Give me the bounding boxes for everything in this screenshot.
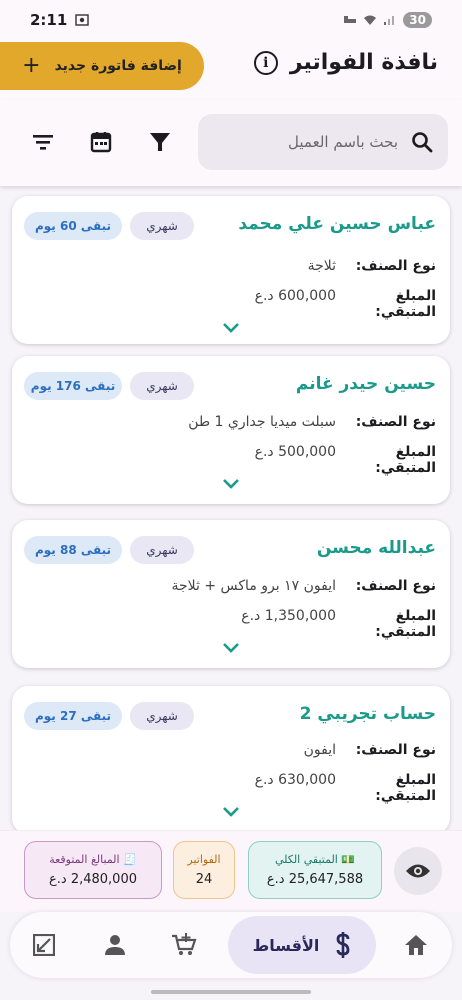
item-type-value: ايفون ١٧ برو ماكس + ثلاجة bbox=[171, 578, 337, 594]
search-toolbar: بحث باسم العميل bbox=[0, 100, 462, 186]
item-type-value: ثلاجة bbox=[307, 258, 336, 274]
item-type-value: سبلت ميديا جداري 1 طن bbox=[188, 414, 336, 430]
signal-icon bbox=[384, 16, 395, 25]
summary-bar: 💵 المتبقي الكلي 25,647,588 د.ع الفواتير … bbox=[0, 830, 462, 912]
customer-name: عبدالله محسن bbox=[316, 538, 436, 558]
item-type-label: نوع الصنف: bbox=[355, 578, 436, 594]
expected-label: 🧾 المبالغ المتوقعة bbox=[49, 853, 137, 866]
screenshot-icon bbox=[75, 14, 90, 26]
chevron-down-icon[interactable] bbox=[222, 806, 240, 818]
filter-icon[interactable] bbox=[146, 128, 174, 156]
item-type-row: نوع الصنف: ثلاجة bbox=[308, 258, 436, 274]
customer-name: عباس حسين علي محمد bbox=[238, 214, 436, 234]
days-left-chip: تبقى 60 يوم bbox=[24, 212, 122, 240]
battery-indicator: 30 bbox=[403, 12, 432, 28]
remaining-amount-value: 500,000 د.ع bbox=[254, 444, 336, 460]
invoice-card[interactable]: عباس حسين علي محمد شهري تبقى 60 يوم نوع … bbox=[12, 196, 450, 344]
sort-icon[interactable] bbox=[29, 128, 57, 156]
item-type-row: نوع الصنف: ايفون bbox=[304, 742, 436, 758]
days-left-chip: تبقى 88 يوم bbox=[24, 536, 122, 564]
remaining-amount-label: المبلغ المتبقي: bbox=[375, 444, 436, 476]
total-remaining-box: 💵 المتبقي الكلي 25,647,588 د.ع bbox=[248, 841, 382, 899]
item-type-label: نوع الصنف: bbox=[355, 258, 436, 274]
person-icon[interactable] bbox=[99, 929, 131, 961]
eye-icon[interactable] bbox=[394, 847, 442, 895]
bottom-nav: الأقساط bbox=[10, 912, 452, 978]
payment-type-chip: شهري bbox=[130, 212, 194, 240]
status-left: 2:11 bbox=[30, 11, 90, 29]
dollar-icon bbox=[336, 932, 350, 958]
invoice-card[interactable]: عبدالله محسن شهري تبقى 88 يوم نوع الصنف:… bbox=[12, 520, 450, 668]
remaining-amount-label: المبلغ المتبقي: bbox=[375, 772, 436, 804]
expected-amounts-box: 🧾 المبالغ المتوقعة 2,480,000 د.ع bbox=[24, 841, 162, 899]
chevron-down-icon[interactable] bbox=[222, 322, 240, 334]
add-invoice-button[interactable]: + إضافة فاتورة جديد bbox=[0, 42, 204, 90]
item-type-row: نوع الصنف: ايفون ١٧ برو ماكس + ثلاجة bbox=[172, 578, 437, 594]
days-left-chip: تبقى 176 يوم bbox=[24, 372, 122, 400]
status-right: 30 bbox=[343, 12, 432, 28]
system-home-indicator[interactable] bbox=[151, 990, 311, 994]
plus-icon: + bbox=[22, 53, 41, 78]
invoice-card[interactable]: حسين حيدر غانم شهري تبقى 176 يوم نوع الص… bbox=[12, 356, 450, 504]
item-type-row: نوع الصنف: سبلت ميديا جداري 1 طن bbox=[188, 414, 436, 430]
add-invoice-label: إضافة فاتورة جديد bbox=[54, 58, 182, 74]
chevron-down-icon[interactable] bbox=[222, 478, 240, 490]
search-input[interactable]: بحث باسم العميل bbox=[198, 114, 448, 170]
info-icon[interactable]: i bbox=[253, 50, 278, 75]
home-icon[interactable] bbox=[400, 929, 432, 961]
status-bar: 2:11 30 bbox=[0, 0, 462, 40]
title-group: نافذة الفواتير i bbox=[253, 50, 438, 75]
invoices-count-box: الفواتير 24 bbox=[173, 841, 235, 899]
total-remaining-label: 💵 المتبقي الكلي bbox=[274, 853, 356, 866]
payment-type-chip: شهري bbox=[130, 372, 194, 400]
remaining-amount-value: 600,000 د.ع bbox=[254, 288, 336, 304]
total-remaining-value: 25,647,588 د.ع bbox=[266, 872, 364, 887]
amount-row: المبلغ المتبقي: 500,000 د.ع bbox=[255, 444, 436, 476]
invoice-list: عباس حسين علي محمد شهري تبقى 60 يوم نوع … bbox=[0, 186, 462, 830]
customer-name: حساب تجريبي 2 bbox=[299, 704, 436, 724]
resize-icon[interactable] bbox=[28, 929, 60, 961]
wifi-icon bbox=[364, 15, 377, 25]
amount-row: المبلغ المتبقي: 630,000 د.ع bbox=[255, 772, 436, 804]
page-title: نافذة الفواتير bbox=[289, 50, 438, 75]
payment-type-chip: شهري bbox=[130, 702, 194, 730]
nav-installments[interactable]: الأقساط bbox=[228, 916, 376, 974]
chevron-down-icon[interactable] bbox=[222, 642, 240, 654]
search-placeholder: بحث باسم العميل bbox=[288, 133, 398, 151]
invoices-value: 24 bbox=[195, 872, 213, 887]
customer-name: حسين حيدر غانم bbox=[295, 374, 436, 394]
bed-icon bbox=[344, 16, 357, 23]
expected-value: 2,480,000 د.ع bbox=[49, 872, 137, 887]
item-type-label: نوع الصنف: bbox=[355, 414, 436, 430]
calendar-icon[interactable] bbox=[87, 128, 115, 156]
payment-type-chip: شهري bbox=[130, 536, 194, 564]
remaining-amount-value: 1,350,000 د.ع bbox=[241, 608, 336, 624]
status-time: 2:11 bbox=[30, 11, 68, 29]
amount-row: المبلغ المتبقي: 600,000 د.ع bbox=[255, 288, 436, 320]
item-type-label: نوع الصنف: bbox=[355, 742, 436, 758]
app-header: + إضافة فاتورة جديد نافذة الفواتير i bbox=[0, 40, 462, 100]
item-type-value: ايفون bbox=[303, 742, 336, 758]
invoice-card[interactable]: حساب تجريبي 2 شهري تبقى 27 يوم نوع الصنف… bbox=[12, 686, 450, 830]
search-icon bbox=[412, 132, 433, 153]
remaining-amount-label: المبلغ المتبقي: bbox=[375, 288, 436, 320]
cart-add-icon[interactable] bbox=[168, 929, 200, 961]
amount-row: المبلغ المتبقي: 1,350,000 د.ع bbox=[241, 608, 436, 640]
nav-installments-label: الأقساط bbox=[252, 935, 320, 955]
invoices-label: الفواتير bbox=[187, 853, 221, 866]
days-left-chip: تبقى 27 يوم bbox=[24, 702, 122, 730]
remaining-amount-label: المبلغ المتبقي: bbox=[375, 608, 436, 640]
remaining-amount-value: 630,000 د.ع bbox=[254, 772, 336, 788]
